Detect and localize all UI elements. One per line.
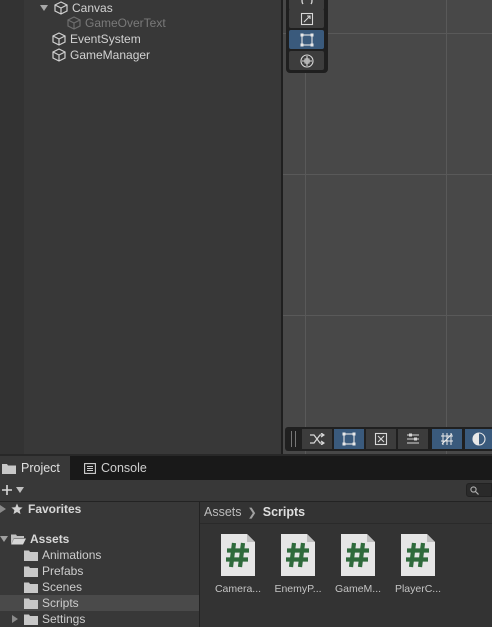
tree-item-scenes[interactable]: Scenes	[0, 579, 199, 595]
bottom-tab-bar: Project Console	[0, 456, 492, 480]
breadcrumb-separator-icon: ❯	[247, 506, 257, 519]
rect-handles-button[interactable]	[334, 429, 364, 449]
shuffle-button[interactable]	[302, 429, 332, 449]
half-circle-icon	[471, 432, 486, 446]
align-icon	[407, 433, 419, 444]
hierarchy-item-eventsystem[interactable]: EventSystem	[52, 31, 141, 47]
tree-item-label: Settings	[42, 612, 86, 626]
asset-name: PlayerC...	[394, 583, 442, 595]
toolbar-grip-handle[interactable]	[291, 431, 296, 447]
scale-icon	[300, 12, 313, 25]
gameobject-cube-icon	[52, 48, 66, 62]
gameobject-cube-icon	[52, 32, 66, 46]
asset-item[interactable]: PlayerC...	[388, 533, 448, 595]
csharp-script-icon	[400, 533, 436, 577]
hierarchy-item-gameovertext[interactable]: GameOverText	[67, 15, 166, 31]
folder-icon	[24, 566, 38, 577]
tree-item-label: Prefabs	[42, 564, 84, 578]
expand-arrow-icon[interactable]	[40, 5, 48, 11]
asset-name: EnemyP...	[274, 583, 322, 595]
scene-overlay-toolbar	[285, 427, 492, 451]
rect-tool-icon	[342, 432, 356, 446]
expand-arrow-icon[interactable]	[0, 505, 6, 513]
transform-tools-overlay	[286, 0, 328, 73]
folder-icon	[24, 550, 38, 561]
folder-icon	[24, 614, 38, 625]
tree-item-settings[interactable]: Settings	[0, 611, 199, 627]
hierarchy-item-label: EventSystem	[70, 32, 141, 46]
project-toolbar	[0, 480, 492, 502]
grid-snap-button[interactable]	[432, 429, 462, 449]
asset-item[interactable]: GameM...	[328, 533, 388, 595]
csharp-script-icon	[280, 533, 316, 577]
align-tool-button[interactable]	[398, 429, 428, 449]
hierarchy-item-label: GameOverText	[85, 16, 166, 30]
gameobject-cube-icon	[67, 16, 81, 30]
search-icon	[470, 485, 479, 495]
grid-line	[446, 0, 447, 454]
tree-item-favorites[interactable]: Favorites	[0, 501, 199, 517]
plus-icon	[2, 485, 12, 495]
hierarchy-item-label: Canvas	[72, 1, 113, 15]
tab-project-label: Project	[21, 461, 60, 475]
add-asset-button[interactable]	[0, 481, 26, 499]
grid-icon	[441, 433, 453, 445]
folder-icon	[24, 582, 38, 593]
csharp-script-icon	[220, 533, 256, 577]
open-folder-icon	[11, 534, 26, 544]
breadcrumb-scripts[interactable]: Scripts	[263, 505, 305, 519]
folder-icon	[24, 598, 38, 609]
star-icon	[11, 503, 23, 515]
csharp-script-icon	[340, 533, 376, 577]
transform-icon	[299, 53, 314, 68]
hierarchy-item-canvas[interactable]: Canvas	[40, 0, 113, 16]
dropdown-arrow-icon	[16, 487, 24, 493]
search-input[interactable]	[466, 483, 492, 497]
tree-item-assets[interactable]: Assets	[0, 531, 199, 547]
hierarchy-gutter	[0, 0, 24, 454]
asset-item[interactable]: Camera...	[208, 533, 268, 595]
shuffle-icon	[310, 433, 325, 445]
tree-item-prefabs[interactable]: Prefabs	[0, 563, 199, 579]
hierarchy-item-gamemanager[interactable]: GameManager	[52, 47, 150, 63]
collapse-arrow-icon[interactable]	[0, 536, 8, 542]
snap-icon	[374, 432, 388, 446]
hierarchy-item-label: GameManager	[70, 48, 151, 62]
grid-line	[283, 174, 492, 175]
tab-console-label: Console	[101, 461, 147, 475]
rect-tool-icon	[300, 33, 313, 46]
transform-tool-button[interactable]	[289, 51, 324, 70]
rotate-icon	[300, 0, 313, 4]
folder-icon	[2, 463, 16, 474]
grid-line	[283, 315, 492, 316]
tree-item-label: Scripts	[42, 596, 79, 610]
tree-item-label: Favorites	[28, 502, 82, 516]
tab-console[interactable]: Console	[80, 456, 160, 480]
snap-tool-button[interactable]	[366, 429, 396, 449]
tab-project[interactable]: Project	[0, 456, 70, 480]
console-icon	[84, 462, 96, 474]
breadcrumb-assets[interactable]: Assets	[204, 505, 242, 519]
asset-name: GameM...	[334, 583, 382, 595]
tree-item-label: Animations	[42, 548, 102, 562]
tree-item-scripts[interactable]: Scripts	[0, 595, 199, 611]
gameobject-cube-icon	[54, 1, 68, 15]
tree-item-label: Assets	[30, 532, 70, 546]
breadcrumb: Assets ❯ Scripts	[204, 503, 305, 521]
hierarchy-panel	[0, 0, 281, 454]
expand-arrow-icon[interactable]	[12, 615, 18, 623]
tree-item-label: Scenes	[42, 580, 83, 594]
scale-tool-button[interactable]	[289, 9, 324, 28]
rect-tool-button[interactable]	[289, 30, 324, 49]
asset-name: Camera...	[214, 583, 262, 595]
divider	[200, 523, 492, 524]
view-options-button[interactable]	[465, 429, 492, 449]
tree-item-animations[interactable]: Animations	[0, 547, 199, 563]
asset-item[interactable]: EnemyP...	[268, 533, 328, 595]
